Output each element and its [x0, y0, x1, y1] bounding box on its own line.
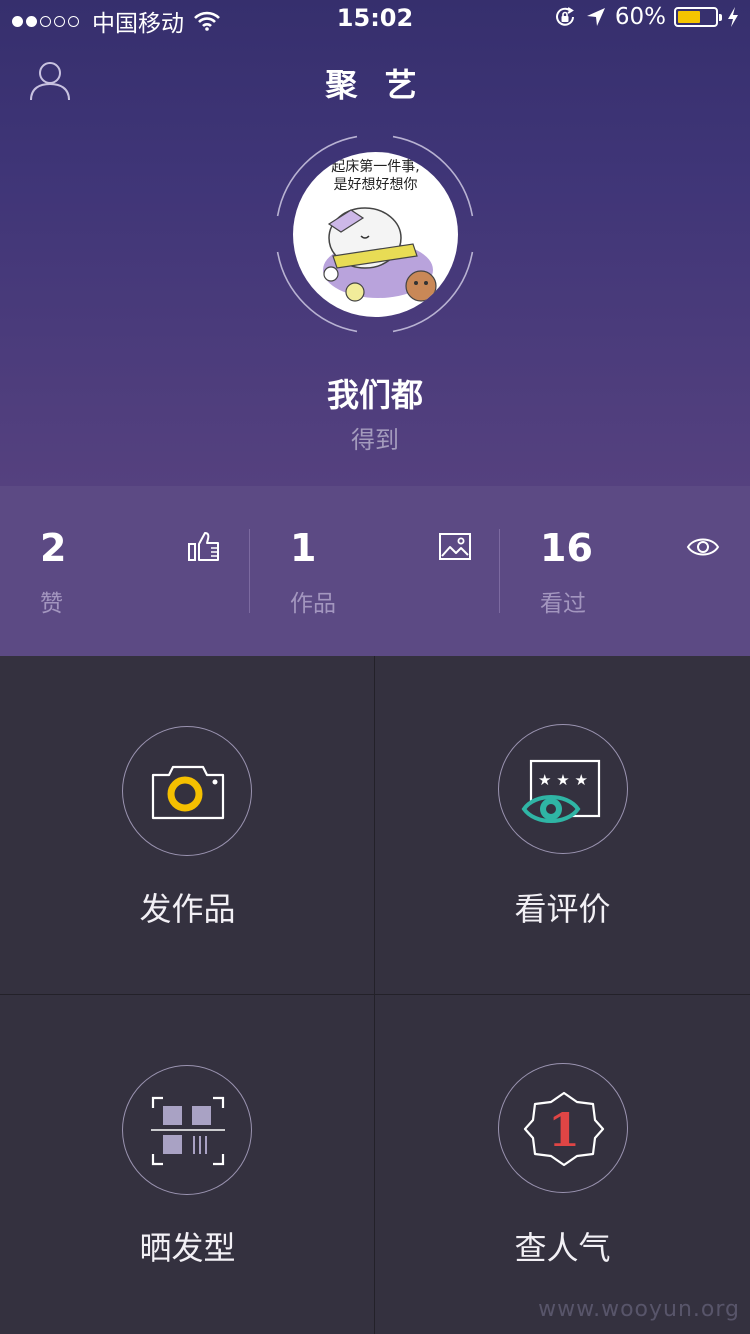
- stat-views[interactable]: 16 看过: [500, 486, 750, 656]
- action-grid: 发作品 ★ ★ ★ 看评价 晒发型 1 查人气: [0, 656, 750, 1334]
- profile-header: 中国移动 15:02 60% 聚 艺 起床第一件事, 是好想好想你 我们都 得到: [0, 0, 750, 486]
- profile-name: 我们都: [326, 376, 423, 414]
- action-label: 晒发型: [139, 1229, 236, 1267]
- action-label: 查人气: [514, 1229, 611, 1267]
- rotation-lock-icon: [555, 7, 574, 26]
- scan-icon: [151, 1096, 225, 1166]
- action-icon-circle: [122, 1065, 252, 1195]
- stat-value: 16: [540, 526, 593, 570]
- action-label: 发作品: [139, 890, 236, 928]
- status-right: 60%: [545, 4, 740, 30]
- action-icon-circle: [122, 726, 252, 856]
- action-view-reviews[interactable]: ★ ★ ★ 看评价: [375, 656, 750, 995]
- action-show-hairstyle[interactable]: 晒发型: [0, 995, 375, 1334]
- battery-icon: [674, 7, 722, 27]
- action-icon-circle: 1: [498, 1063, 628, 1193]
- ranking-badge-icon: 1: [523, 1091, 605, 1167]
- image-icon: [439, 533, 471, 560]
- action-icon-circle: ★ ★ ★: [498, 724, 628, 854]
- eye-icon: [686, 538, 720, 556]
- svg-text:★ ★ ★: ★ ★ ★: [538, 771, 588, 789]
- camera-icon: [151, 765, 225, 820]
- action-post-work[interactable]: 发作品: [0, 656, 375, 995]
- page-title: 聚 艺: [325, 66, 425, 104]
- battery-level-fill: [678, 11, 700, 23]
- stat-label: 作品: [290, 591, 336, 617]
- stat-value: 1: [290, 526, 317, 570]
- action-label: 看评价: [514, 890, 611, 928]
- stat-label: 赞: [40, 591, 63, 617]
- stat-label: 看过: [540, 591, 586, 617]
- thumbs-up-icon: [188, 532, 219, 561]
- watermark: www.wooyun.org: [538, 1297, 740, 1322]
- stat-works[interactable]: 1 作品: [250, 486, 500, 656]
- avatar[interactable]: 起床第一件事, 是好想好想你: [293, 152, 458, 317]
- stats-bar: 2 赞 1 作品 16 看过: [0, 486, 750, 656]
- stat-likes[interactable]: 2 赞: [0, 486, 250, 656]
- profile-subtitle: 得到: [351, 426, 399, 454]
- battery-percent: 60%: [614, 4, 666, 30]
- stat-value: 2: [40, 526, 67, 570]
- action-check-popularity[interactable]: 1 查人气: [375, 995, 750, 1334]
- avatar-sleeping-character-image: [323, 207, 437, 302]
- status-bar: 中国移动 15:02 60%: [0, 0, 750, 40]
- location-arrow-icon: [586, 8, 605, 26]
- rating-eye-icon: ★ ★ ★: [521, 759, 601, 823]
- charging-bolt-icon: [728, 7, 738, 27]
- svg-text:1: 1: [548, 1103, 580, 1157]
